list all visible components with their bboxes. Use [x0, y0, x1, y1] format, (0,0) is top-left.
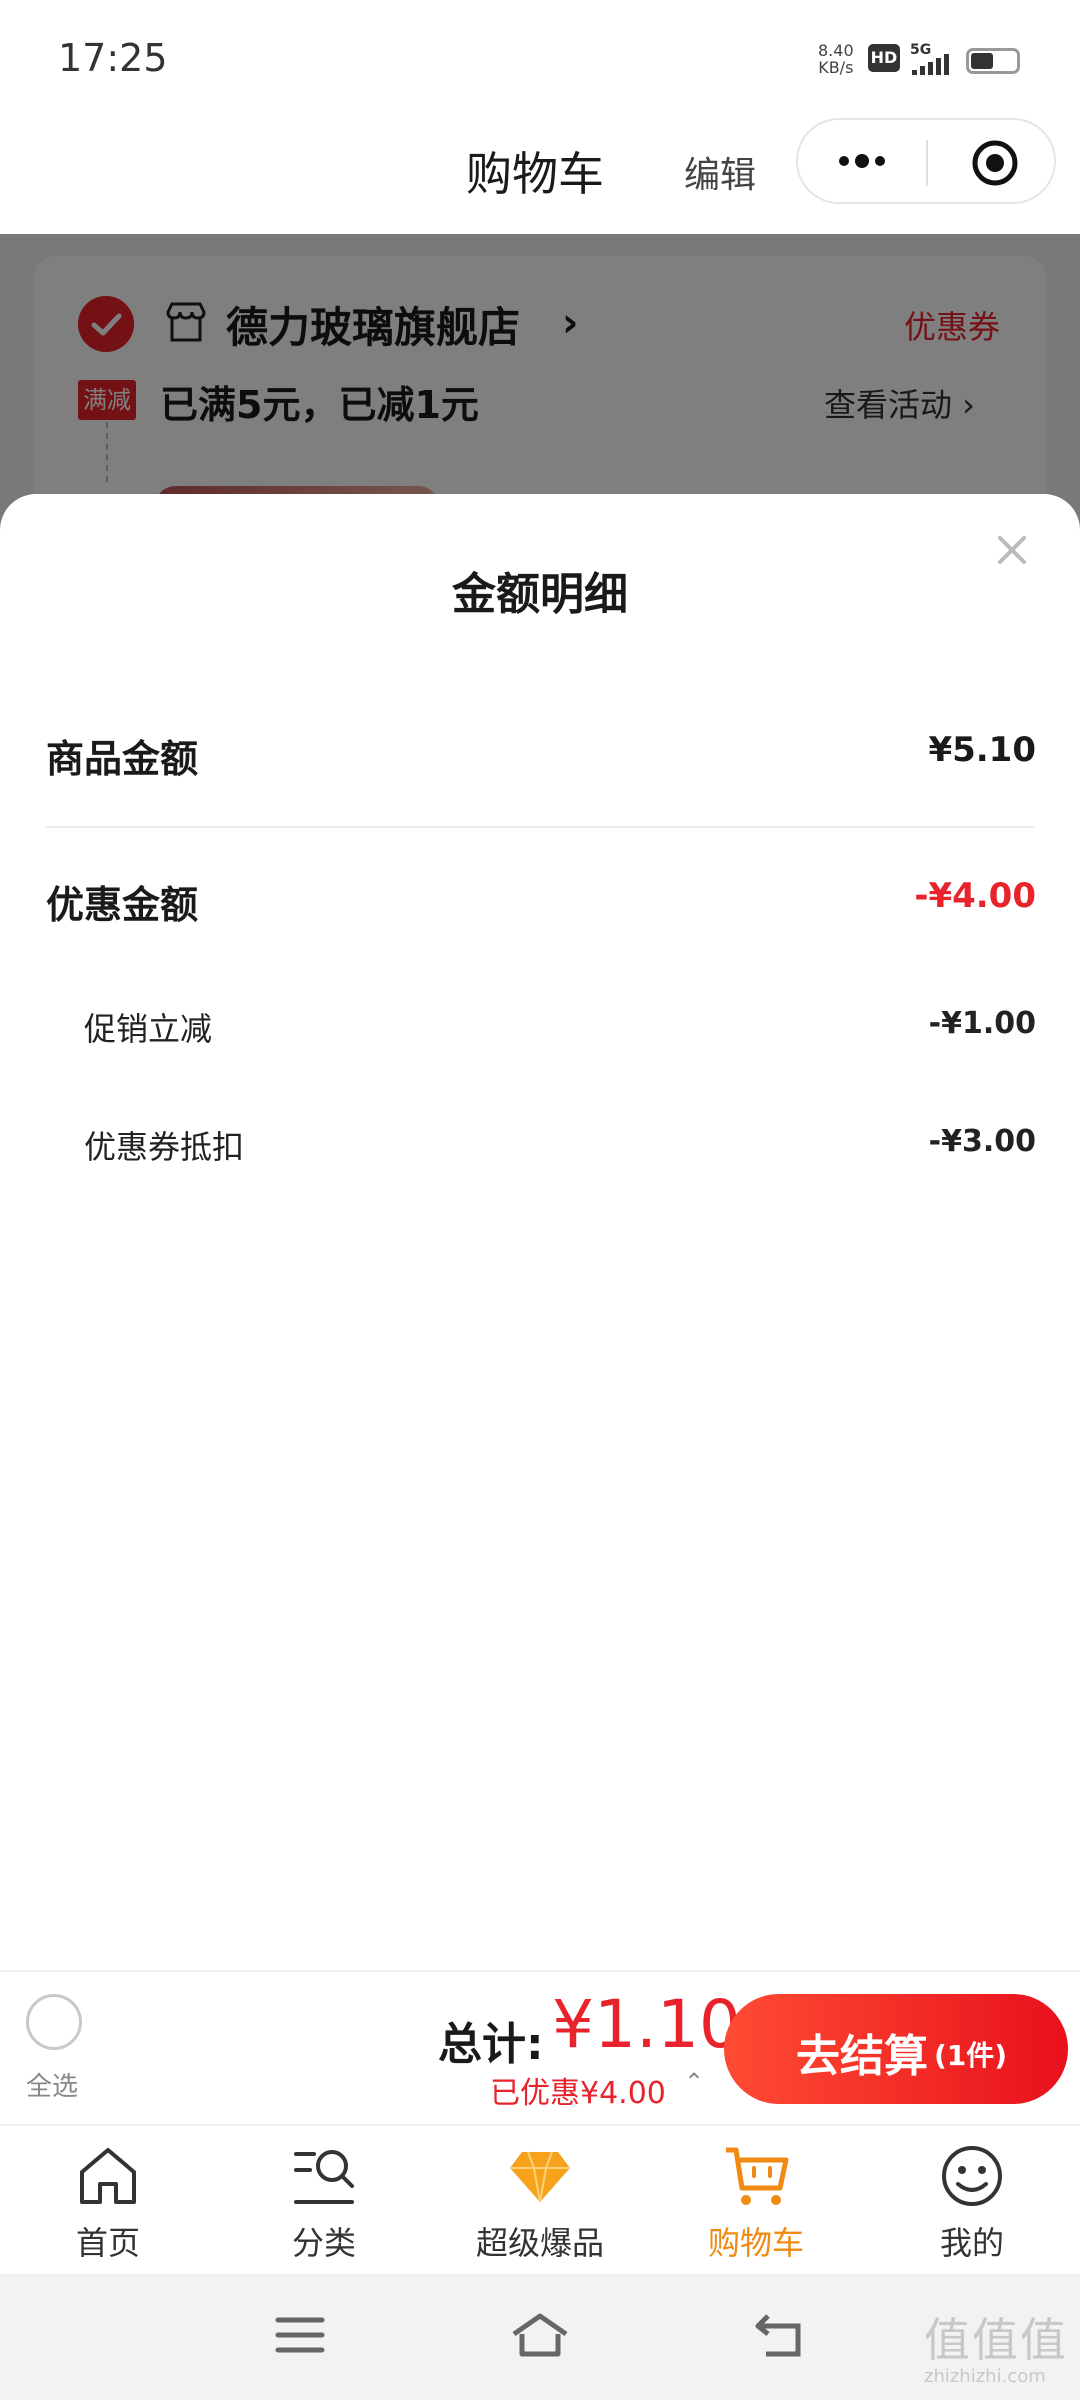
discount-amount-label: 优惠金额: [46, 883, 199, 927]
watermark-logo: 值值值: [924, 2313, 1068, 2367]
home-icon: [80, 2148, 136, 2204]
divider: [46, 826, 1034, 828]
select-all-label[interactable]: 全选: [26, 2066, 78, 2103]
amount-detail-sheet: 金额明细 商品金额 ¥5.10 优惠金额 -¥4.00 促销立减 -¥1.00 …: [0, 494, 1080, 1970]
menu-icon[interactable]: [274, 2312, 326, 2358]
system-nav-bar: 值值值 zhizhizhi.com: [0, 2274, 1080, 2400]
select-all-radio[interactable]: [26, 1994, 82, 2050]
total-label: 总计:: [438, 2019, 544, 2070]
close-icon[interactable]: [992, 530, 1032, 570]
battery-icon: [966, 48, 1020, 74]
tab-cart-label: 购物车: [707, 2224, 804, 2262]
tab-category[interactable]: 分类: [216, 2126, 432, 2276]
page-title: 购物车: [466, 147, 604, 201]
promo-reduction-value: -¥1.00: [928, 1006, 1036, 1041]
watermark-url: zhizhizhi.com: [924, 2366, 1046, 2387]
diamond-icon: [510, 2151, 570, 2203]
network-type: 5G: [910, 42, 931, 58]
back-icon[interactable]: [754, 2312, 806, 2358]
category-search-icon: [294, 2150, 354, 2204]
coupon-deduction-value: -¥3.00: [928, 1124, 1036, 1159]
status-time: 17:25: [58, 36, 168, 80]
checkout-item-count: (1件): [934, 2039, 1008, 2072]
overlay-mask[interactable]: [0, 234, 1080, 534]
goods-amount-label: 商品金额: [46, 737, 199, 781]
checkout-button-label: 去结算: [796, 2031, 928, 2082]
miniprogram-capsule: [796, 118, 1056, 204]
chevron-up-icon[interactable]: ⌃: [684, 2068, 704, 2096]
tab-hot-label: 超级爆品: [475, 2224, 604, 2262]
hd-icon: HD: [868, 44, 900, 72]
discount-amount-value: -¥4.00: [914, 876, 1036, 916]
nav-bar: 购物车 编辑: [0, 118, 1080, 234]
edit-button[interactable]: 编辑: [684, 146, 756, 198]
tab-home-label: 首页: [75, 2224, 140, 2262]
close-target-icon[interactable]: [970, 138, 1020, 188]
checkout-bar: 全选 总计: ¥1.10 已优惠¥4.00 ⌃ 去结算 (1件): [0, 1970, 1080, 2124]
capsule-divider: [926, 140, 928, 186]
more-icon[interactable]: [834, 146, 894, 176]
tab-profile[interactable]: 我的: [864, 2126, 1080, 2276]
net-speed-unit: KB/s: [818, 58, 854, 77]
cart-icon: [726, 2147, 789, 2205]
tab-profile-label: 我的: [939, 2224, 1004, 2262]
goods-amount-value: ¥5.10: [928, 730, 1036, 770]
home-nav-icon[interactable]: [510, 2312, 570, 2358]
sheet-title: 金额明细: [452, 569, 628, 620]
tab-bar: 首页 分类 超级爆品 购物车 我的: [0, 2124, 1080, 2274]
saved-amount[interactable]: 已优惠¥4.00: [490, 2068, 666, 2112]
tab-home[interactable]: 首页: [0, 2126, 216, 2276]
promo-reduction-label: 促销立减: [84, 1010, 213, 1048]
checkout-button[interactable]: 去结算 (1件): [724, 1994, 1068, 2104]
smiley-icon: [942, 2146, 1002, 2206]
net-speed-value: 8.40: [818, 41, 854, 60]
coupon-deduction-label: 优惠券抵扣: [84, 1128, 245, 1166]
tab-category-label: 分类: [291, 2224, 356, 2262]
tab-hot[interactable]: 超级爆品: [432, 2126, 648, 2276]
total-value: ¥1.10: [552, 1986, 741, 2063]
network-speed: 8.40 KB/s: [818, 42, 854, 76]
status-bar: 17:25 8.40 KB/s HD 5G: [0, 0, 1080, 118]
signal-icon: 5G: [910, 42, 949, 75]
tab-cart[interactable]: 购物车: [648, 2126, 864, 2276]
